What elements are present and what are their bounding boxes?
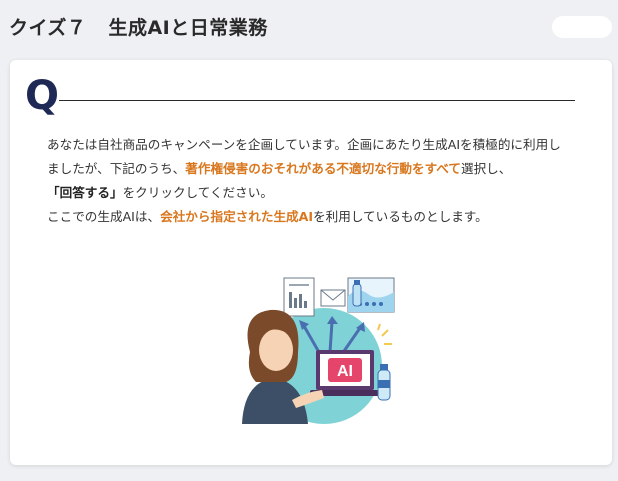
question-highlight-designated-ai: 会社から指定された生成AI [160,209,314,224]
quiz-header: クイズ７ 生成AIと日常業務 [0,0,618,56]
document-icon [283,277,315,317]
bottle-icon [352,280,362,307]
header-pill [552,16,612,38]
question-text-part5: を利用しているものとします。 [313,209,488,224]
quiz-number: クイズ７ [9,17,87,39]
question-highlight-infringement: 著作権侵害のおそれがある不適切な行動をすべて [185,161,461,176]
ai-badge-label: AI [337,363,353,380]
question-divider [59,100,575,101]
sparkle-icon [377,323,392,345]
answer-button-reference: 「回答する」 [47,185,123,200]
question-marker: Q [25,73,60,119]
page-title: クイズ７ 生成AIと日常業務 [9,13,268,40]
question-text: あなたは自社商品のキャンペーンを企画しています。企画にあたり生成AIを積極的に利… [47,133,572,229]
illustration: AI [242,277,395,424]
quiz-title: 生成AIと日常業務 [108,17,268,39]
question-text-part4: ここでの生成AIは、 [47,209,161,224]
question-text-part2: 選択し、 [460,161,512,176]
question-text-part3: をクリックしてください。 [122,185,273,200]
mail-icon [320,289,346,307]
question-card: Q あなたは自社商品のキャンペーンを企画しています。企画にあたり生成AIを積極的… [10,60,612,465]
